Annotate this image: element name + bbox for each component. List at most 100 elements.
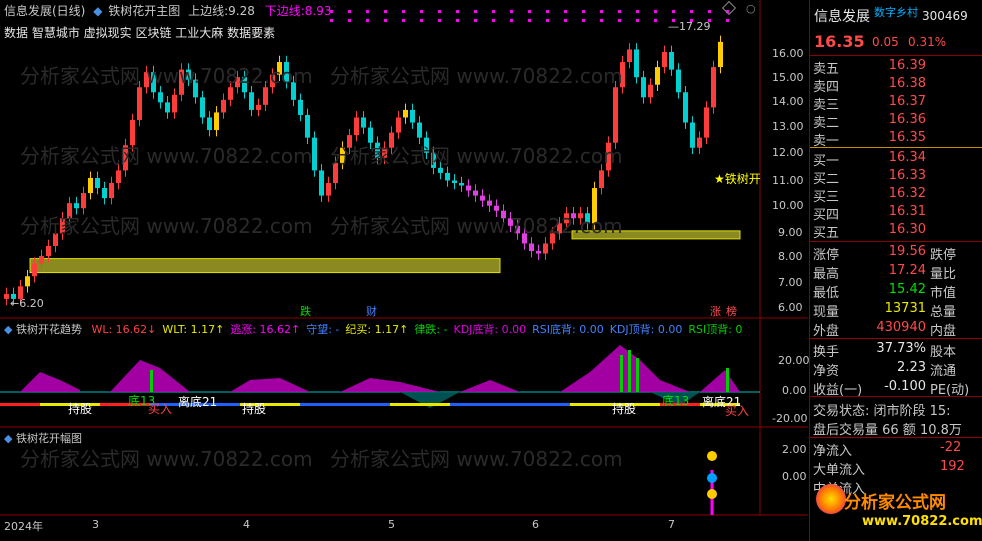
candle-body (137, 87, 142, 120)
time-tick: 2024年 (4, 520, 43, 533)
candle-body (711, 67, 716, 108)
state-strip (300, 403, 390, 406)
chevron-icon[interactable]: ◆ (4, 323, 12, 336)
upper-line-label: 上边线: (188, 4, 229, 18)
order-price: 16.32 (888, 186, 926, 201)
upper-marker (330, 19, 333, 22)
order-book-row[interactable]: 买二 16.33 (810, 168, 982, 187)
order-book-row[interactable]: 买四 16.31 (810, 204, 982, 223)
order-book-row[interactable]: 卖一 16.35 (810, 130, 982, 149)
close-icon[interactable]: ○ (746, 2, 756, 15)
price-tick: 15.00 (772, 71, 804, 84)
trend-values: WL: 16.62↓ WLT: 1.17↑ 逃涨: 16.62↑ 守望: - 纪买: 1… (85, 323, 742, 336)
upper-marker (348, 19, 351, 22)
candle-body (25, 276, 30, 287)
order-book-row[interactable]: 卖二 16.36 (810, 112, 982, 131)
order-level-label: 买一 (813, 154, 840, 169)
signal-label: ★铁树开 (714, 172, 761, 186)
site-logo: 分析家公式网 www.70822.com (810, 478, 982, 541)
candle-body (228, 87, 233, 100)
watermark: 分析家公式网 www.70822.com (20, 144, 313, 168)
trend-bar (620, 355, 623, 392)
amp-panel-title[interactable]: 铁树花开幅图 (16, 432, 82, 445)
trend-value-item: KDJ顶背: 0.00 (609, 323, 683, 336)
order-book-row[interactable]: 卖四 16.38 (810, 76, 982, 95)
order-price: 16.31 (888, 204, 926, 219)
trend-value-item: WL: 16.62↓ (91, 323, 157, 336)
stat-value: 19.56 (888, 244, 926, 259)
logo-url: www.70822.com (862, 514, 982, 529)
flow-value: -22 (940, 440, 962, 455)
stat-label-2: 股本 (930, 345, 957, 360)
candle-body (207, 117, 212, 131)
stat-label: 外盘 (813, 324, 840, 339)
order-level-label: 买四 (813, 208, 840, 223)
candle-body (445, 172, 450, 181)
candle-body (32, 263, 37, 277)
signal-text: 持股 (68, 402, 93, 416)
candle-body (319, 170, 324, 196)
watermark: 分析家公式网 www.70822.com (20, 447, 313, 471)
support-band (29, 258, 501, 274)
stock-tag[interactable]: 数字乡村 (874, 4, 918, 20)
upper-marker (546, 10, 549, 13)
order-book-row[interactable]: 买三 16.32 (810, 186, 982, 205)
upper-marker (420, 10, 423, 13)
trend-area (700, 370, 740, 392)
candle-body (109, 183, 114, 199)
signal-text: 持股 (612, 402, 637, 416)
candle-body (487, 200, 492, 206)
trend-value-item: 纪买: 1.17↑ (345, 323, 409, 336)
candle-body (249, 92, 254, 110)
trend-bar (150, 370, 153, 392)
upper-marker (690, 10, 693, 13)
trend-panel-header: ◆ 铁树开花趋势 WL: 16.62↓ WLT: 1.17↑ 逃涨: 16.62↑ 守… (4, 321, 742, 337)
time-tick: 7 (668, 518, 675, 531)
chart-area[interactable]: 分析家公式网 www.70822.com 分析家公式网 www.70822.co… (0, 0, 810, 541)
order-level-label: 买三 (813, 190, 840, 205)
price-axis: 16.00 15.00 14.00 13.00 12.00 11.00 10.0… (764, 0, 808, 318)
trend-value-item: RSI顶背: 0 (688, 323, 743, 336)
price-tick: 11.00 (772, 174, 804, 187)
upper-marker (510, 10, 513, 13)
upper-marker (384, 19, 387, 22)
order-price: 16.34 (888, 150, 926, 165)
order-book-row[interactable]: 卖三 16.37 (810, 94, 982, 113)
trend-area (340, 378, 440, 392)
candle-body (81, 193, 86, 209)
amp-marker (707, 473, 717, 483)
trade-status: 交易状态: 闭市阶段 15: (813, 404, 951, 419)
candle-body (697, 137, 702, 148)
after-hours: 盘后交易量 66 额 10.8万 (813, 423, 962, 438)
upper-marker (654, 19, 657, 22)
upper-marker (564, 19, 567, 22)
time-tick: 6 (532, 518, 539, 531)
candle-body (627, 49, 632, 63)
candle-body (88, 177, 93, 194)
max-arrow: — (668, 20, 679, 33)
candle-body (326, 183, 331, 196)
upper-marker (366, 19, 369, 22)
upper-marker (420, 19, 423, 22)
tag-die: 跌 (300, 305, 311, 318)
chevron-icon[interactable]: ◆ (93, 4, 102, 18)
order-book-row[interactable]: 卖五 16.39 (810, 58, 982, 77)
time-tick: 3 (92, 518, 99, 531)
flow-value: 192 (940, 459, 965, 474)
candle-body (116, 170, 121, 183)
candle-body (529, 243, 534, 252)
price-tick: 8.00 (778, 250, 803, 263)
candle-body (403, 109, 408, 118)
flow-label: 净流入 (813, 444, 853, 459)
candle-body (102, 188, 107, 199)
trend-panel-title[interactable]: 铁树开花趋势 (16, 323, 82, 336)
upper-marker (546, 19, 549, 22)
indicator-name[interactable]: 铁树花开主图 (108, 4, 180, 18)
chevron-icon[interactable]: ◆ (4, 432, 12, 445)
trend-value-item: KDJ底背: 0.00 (453, 323, 527, 336)
order-book-row[interactable]: 买五 16.30 (810, 222, 982, 241)
state-strip (0, 403, 40, 406)
order-book-row[interactable]: 买一 16.34 (810, 150, 982, 169)
candle-body (634, 49, 639, 78)
trend-area (460, 380, 520, 392)
